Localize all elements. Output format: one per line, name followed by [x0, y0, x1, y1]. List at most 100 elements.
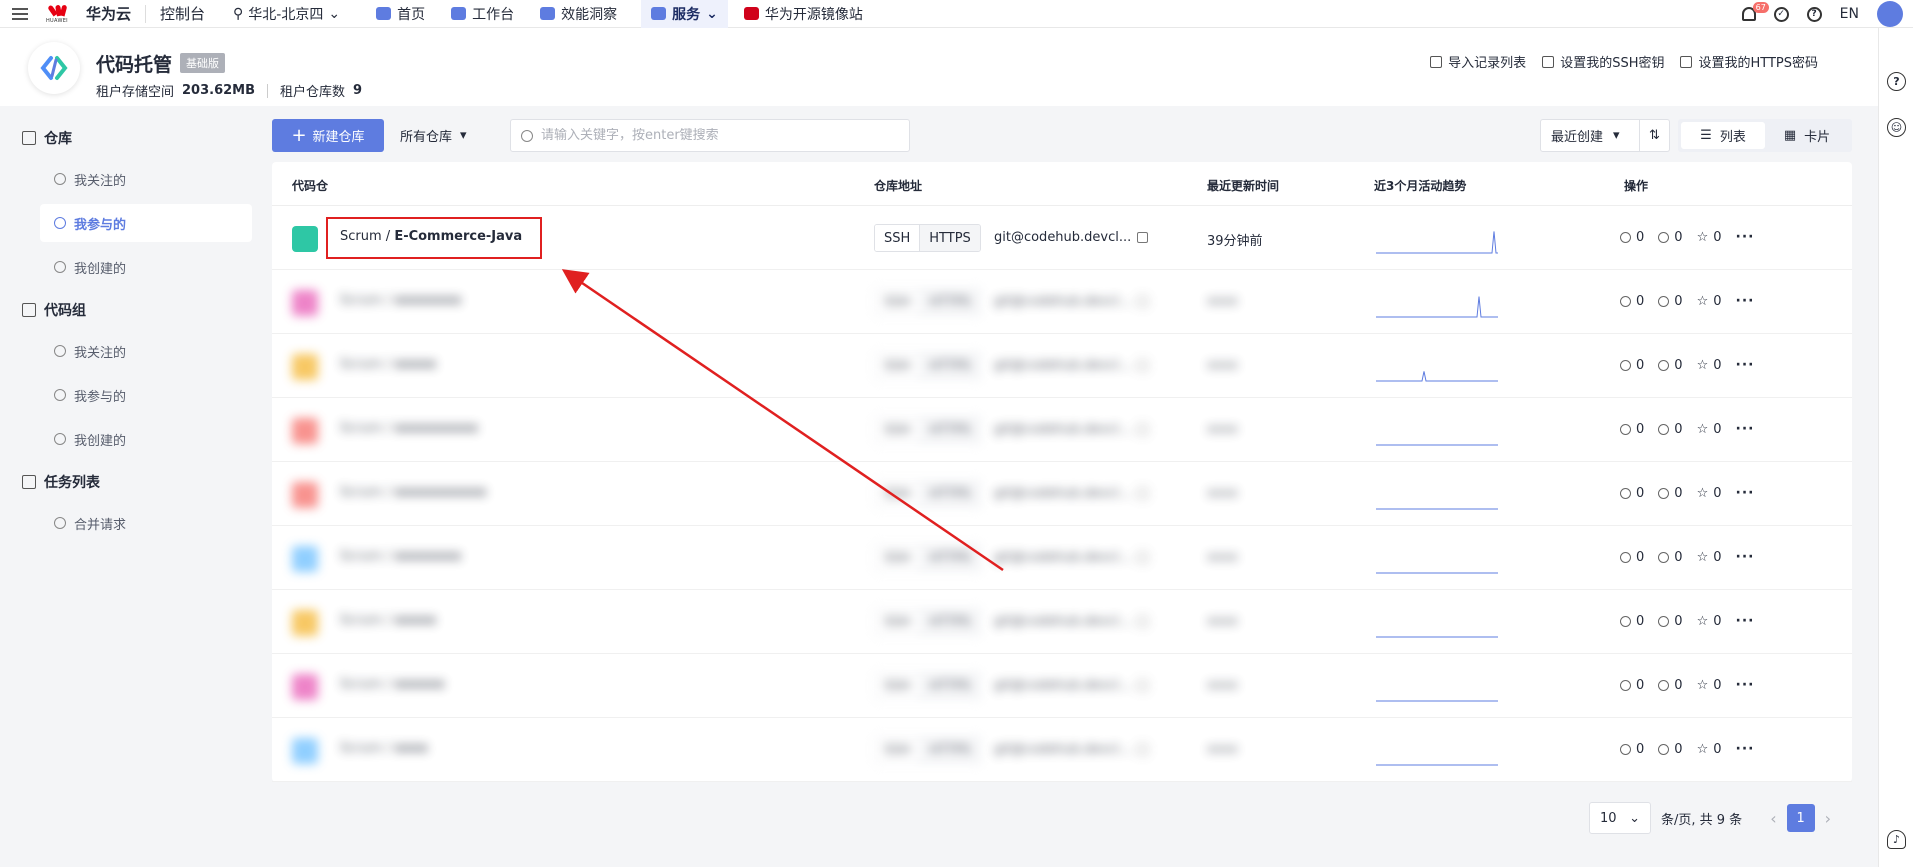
fork-count[interactable]: 0 [1658, 678, 1683, 693]
sort-dropdown[interactable]: 最近创建 ▾ [1540, 119, 1640, 152]
copy-icon[interactable] [1137, 616, 1149, 627]
fork-count[interactable]: 0 [1658, 230, 1683, 245]
import-records-link[interactable]: 导入记录列表 [1430, 52, 1526, 71]
table-row[interactable]: Scrum / xxxxxx SSH HTTPS git@codehub.dev… [272, 654, 1852, 718]
ssh-tab[interactable]: SSH [875, 673, 921, 699]
merge-request-count[interactable]: 0 [1620, 550, 1644, 565]
help-icon[interactable]: ? [1806, 6, 1822, 22]
nav-workbench[interactable]: 工作台 [441, 0, 524, 28]
fork-count[interactable]: 0 [1658, 550, 1683, 565]
nav-home[interactable]: 首页 [366, 0, 435, 28]
table-row[interactable]: Scrum / xxxxx SSH HTTPS git@codehub.devc… [272, 334, 1852, 398]
copy-icon[interactable] [1137, 296, 1149, 307]
brand-name[interactable]: 华为云 [86, 3, 131, 24]
sidebar-item-group-participated[interactable]: 我参与的 [40, 376, 252, 414]
star-count[interactable]: ☆ 0 [1697, 614, 1722, 629]
merge-request-count[interactable]: 0 [1620, 358, 1644, 373]
merge-request-count[interactable]: 0 [1620, 422, 1644, 437]
fork-count[interactable]: 0 [1658, 294, 1683, 309]
region-selector[interactable]: ⚲ 华北-北京四 ⌄ [233, 4, 340, 24]
table-row[interactable]: Scrum / xxxxxxxxxx SSH HTTPS git@codehub… [272, 398, 1852, 462]
sidebar-group-tasks[interactable]: 任务列表 [22, 472, 100, 492]
table-row[interactable]: Scrum / xxxxx SSH HTTPS git@codehub.devc… [272, 590, 1852, 654]
headset-icon[interactable]: ♪ [1887, 830, 1906, 849]
view-list-button[interactable]: ☰ 列表 [1681, 122, 1765, 149]
check-icon[interactable]: ✓ [1773, 6, 1789, 22]
sidebar-item-merge-requests[interactable]: 合并请求 [40, 504, 252, 542]
star-count[interactable]: ☆ 0 [1697, 358, 1722, 373]
copy-icon[interactable] [1137, 744, 1149, 755]
sidebar-group-codegroups[interactable]: 代码组 [22, 300, 86, 320]
repo-name-link[interactable]: Scrum / xxxxxx [340, 677, 445, 692]
repo-name-link[interactable]: Scrum / xxxxxxxxxx [340, 421, 478, 436]
table-row[interactable]: Scrum / E-Commerce-Java SSH HTTPS git@co… [272, 206, 1852, 270]
merge-request-count[interactable]: 0 [1620, 486, 1644, 501]
more-icon[interactable]: ··· [1736, 741, 1755, 757]
ssh-tab[interactable]: SSH [875, 609, 921, 635]
https-tab[interactable]: HTTPS [920, 481, 980, 507]
search-box[interactable] [510, 119, 910, 152]
fork-count[interactable]: 0 [1658, 614, 1683, 629]
repo-filter-dropdown[interactable]: 所有仓库 ▾ [400, 119, 467, 152]
console-link[interactable]: 控制台 [160, 3, 205, 24]
copy-icon[interactable] [1137, 424, 1149, 435]
ssh-key-link[interactable]: 设置我的SSH密钥 [1542, 52, 1664, 71]
https-tab[interactable]: HTTPS [920, 609, 980, 635]
more-icon[interactable]: ··· [1736, 549, 1755, 565]
sidebar-item-repo-participated[interactable]: 我参与的 [40, 204, 252, 242]
nav-services[interactable]: 服务 ⌄ [641, 0, 728, 28]
star-count[interactable]: ☆ 0 [1697, 678, 1722, 693]
sidebar-item-repo-followed[interactable]: 我关注的 [40, 160, 252, 198]
view-card-button[interactable]: ▦ 卡片 [1765, 122, 1849, 149]
table-row[interactable]: Scrum / xxxxxxxx SSH HTTPS git@codehub.d… [272, 526, 1852, 590]
bell-icon[interactable]: 67 [1741, 2, 1769, 21]
https-tab[interactable]: HTTPS [920, 289, 980, 315]
https-tab[interactable]: HTTPS [920, 225, 980, 251]
repo-name-link[interactable]: Scrum / xxxxxxxx [340, 549, 461, 564]
table-row[interactable]: Scrum / xxxxxxxxxxx SSH HTTPS git@codehu… [272, 462, 1852, 526]
search-input[interactable] [541, 128, 881, 143]
https-tab[interactable]: HTTPS [920, 417, 980, 443]
merge-request-count[interactable]: 0 [1620, 614, 1644, 629]
https-tab[interactable]: HTTPS [920, 673, 980, 699]
merge-request-count[interactable]: 0 [1620, 678, 1644, 693]
smile-icon[interactable]: ☺ [1887, 118, 1906, 137]
ssh-tab[interactable]: SSH [875, 481, 921, 507]
fork-count[interactable]: 0 [1658, 358, 1683, 373]
fork-count[interactable]: 0 [1658, 486, 1683, 501]
star-count[interactable]: ☆ 0 [1697, 230, 1722, 245]
merge-request-count[interactable]: 0 [1620, 230, 1644, 245]
https-password-link[interactable]: 设置我的HTTPS密码 [1680, 52, 1818, 71]
more-icon[interactable]: ··· [1736, 485, 1755, 501]
nav-mirror[interactable]: 华为开源镜像站 [734, 0, 873, 28]
repo-name-link[interactable]: Scrum / xxxxxxxxxxx [340, 485, 487, 500]
table-row[interactable]: Scrum / xxxxxxxx SSH HTTPS git@codehub.d… [272, 270, 1852, 334]
ssh-tab[interactable]: SSH [875, 353, 921, 379]
repo-name-link[interactable]: Scrum / xxxxx [340, 613, 436, 628]
ssh-tab[interactable]: SSH [875, 417, 921, 443]
huawei-logo[interactable]: HUAWEI [46, 4, 72, 24]
https-tab[interactable]: HTTPS [920, 353, 980, 379]
ssh-tab[interactable]: SSH [875, 545, 921, 571]
merge-request-count[interactable]: 0 [1620, 742, 1644, 757]
nav-insight[interactable]: 效能洞察 [530, 0, 627, 28]
more-icon[interactable]: ··· [1736, 357, 1755, 373]
merge-request-count[interactable]: 0 [1620, 294, 1644, 309]
repo-name-link[interactable]: Scrum / xxxxxxxx [340, 293, 461, 308]
page-1-button[interactable]: 1 [1786, 804, 1815, 832]
repo-name-link[interactable]: Scrum / xxxxx [340, 357, 436, 372]
next-page-button[interactable]: › [1825, 809, 1831, 828]
ssh-tab[interactable]: SSH [875, 225, 921, 251]
ssh-tab[interactable]: SSH [875, 289, 921, 315]
star-count[interactable]: ☆ 0 [1697, 486, 1722, 501]
star-count[interactable]: ☆ 0 [1697, 550, 1722, 565]
more-icon[interactable]: ··· [1736, 293, 1755, 309]
https-tab[interactable]: HTTPS [920, 737, 980, 763]
sidebar-group-repos[interactable]: 仓库 [22, 128, 72, 148]
language-switch[interactable]: EN [1840, 6, 1859, 22]
sidebar-item-group-created[interactable]: 我创建的 [40, 420, 252, 458]
sort-order-button[interactable]: ⇅ [1640, 119, 1670, 152]
ssh-tab[interactable]: SSH [875, 737, 921, 763]
more-icon[interactable]: ··· [1736, 229, 1755, 245]
more-icon[interactable]: ··· [1736, 677, 1755, 693]
